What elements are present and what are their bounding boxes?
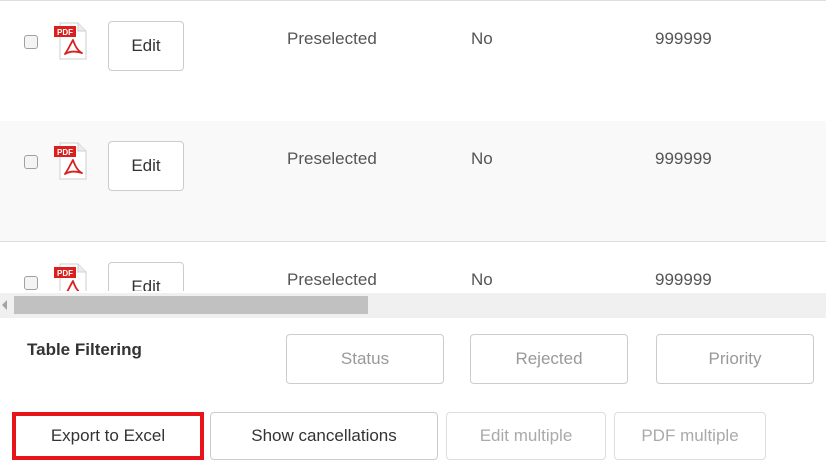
status-cell: Preselected	[287, 29, 377, 48]
pdf-file-icon[interactable]: PDF	[53, 262, 89, 291]
status-filter-input[interactable]	[286, 334, 444, 384]
priority-cell: 999999	[655, 149, 712, 168]
pdf-multiple-button[interactable]: PDF multiple	[614, 412, 766, 460]
rejected-cell: No	[471, 270, 493, 289]
edit-multiple-button[interactable]: Edit multiple	[446, 412, 606, 460]
edit-button[interactable]: Edit	[108, 262, 184, 291]
scroll-left-arrow-icon[interactable]	[2, 300, 7, 310]
pdf-badge-text: PDF	[57, 269, 73, 278]
pdf-badge-text: PDF	[57, 148, 73, 157]
rejected-filter-input[interactable]	[470, 334, 628, 384]
status-cell: Preselected	[287, 270, 377, 289]
table-row: PDF Edit Preselected No 999999	[0, 242, 826, 291]
rejected-cell: No	[471, 149, 493, 168]
show-cancellations-button[interactable]: Show cancellations	[210, 412, 438, 460]
edit-button[interactable]: Edit	[108, 21, 184, 71]
pdf-file-icon[interactable]: PDF	[53, 21, 89, 61]
priority-filter-input[interactable]	[656, 334, 814, 384]
scrollbar-thumb[interactable]	[14, 296, 368, 314]
pdf-badge-text: PDF	[57, 28, 73, 37]
priority-cell: 999999	[655, 270, 712, 289]
edit-button[interactable]: Edit	[108, 141, 184, 191]
pdf-file-icon[interactable]: PDF	[53, 141, 89, 181]
horizontal-scrollbar[interactable]	[0, 293, 826, 318]
table-row: PDF Edit Preselected No 999999	[0, 121, 826, 242]
row-select-checkbox[interactable]	[24, 276, 38, 290]
row-select-checkbox[interactable]	[24, 155, 38, 169]
priority-cell: 999999	[655, 29, 712, 48]
rejected-cell: No	[471, 29, 493, 48]
table-filtering-title: Table Filtering	[27, 340, 142, 359]
export-to-excel-button[interactable]: Export to Excel	[12, 412, 204, 460]
table-row: PDF Edit Preselected No 999999	[0, 1, 826, 122]
results-table: PDF Edit Preselected No 999999 PDF Edit …	[0, 0, 826, 291]
status-cell: Preselected	[287, 149, 377, 168]
row-select-checkbox[interactable]	[24, 35, 38, 49]
